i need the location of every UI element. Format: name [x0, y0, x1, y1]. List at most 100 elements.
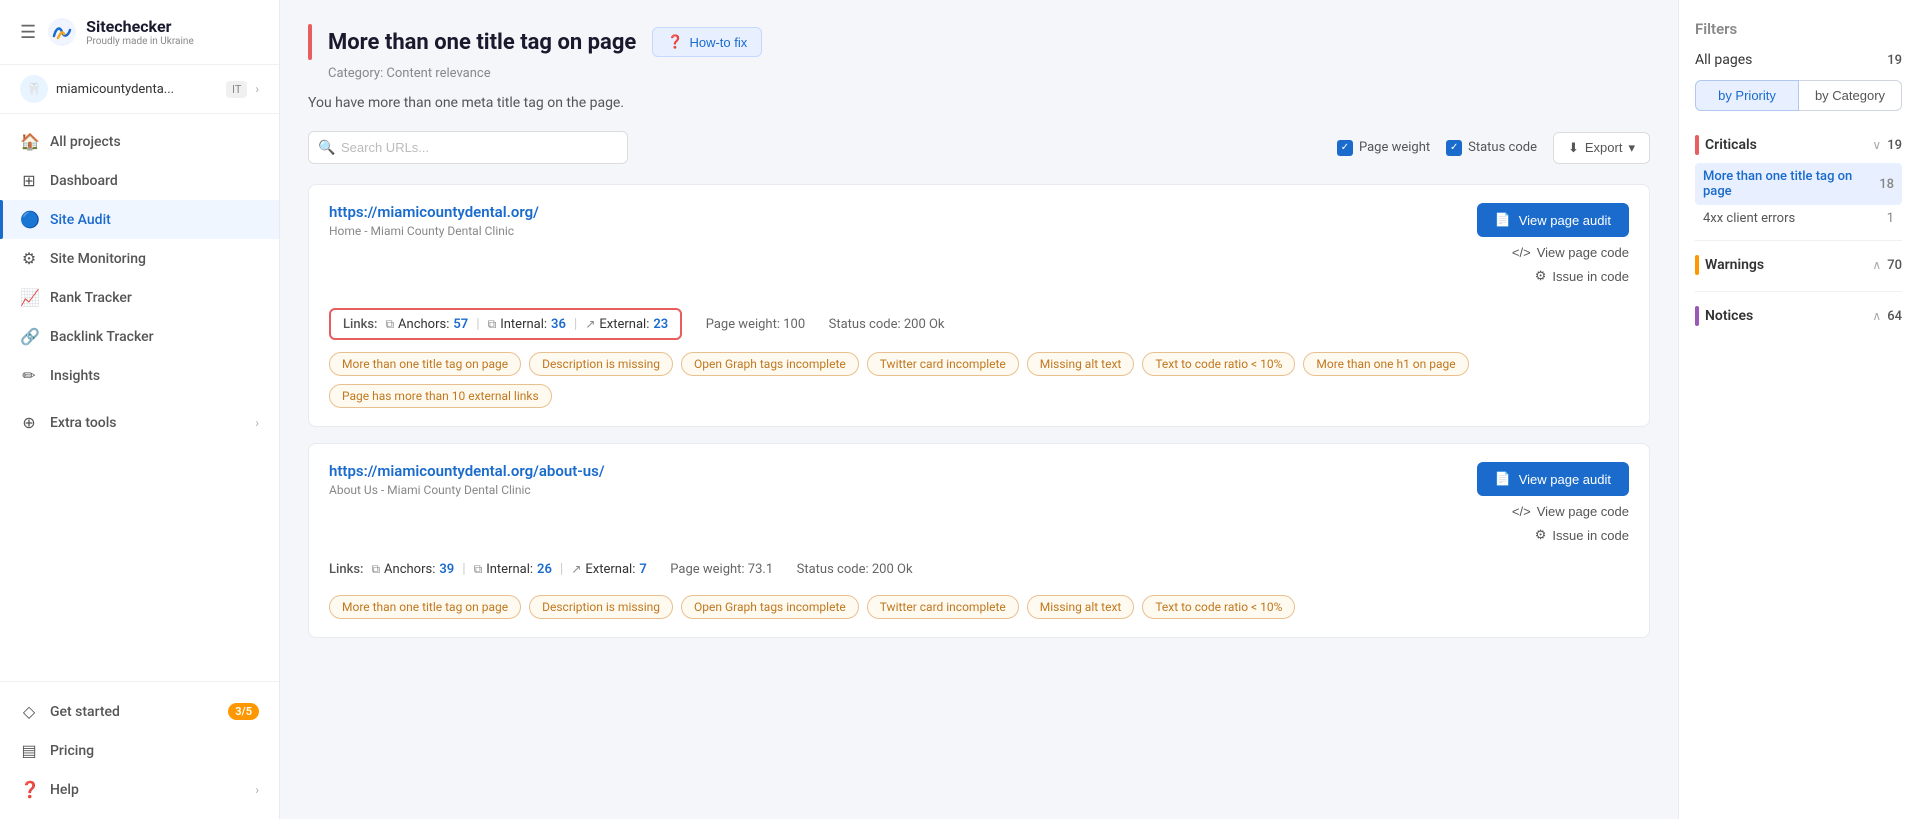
- controls-bar: 🔍 ✓ Page weight ✓ Status code ⬇ Export: [308, 131, 1650, 164]
- sidebar-item-extra-tools[interactable]: ⊕ Extra tools ›: [0, 403, 279, 442]
- sidebar-item-site-audit[interactable]: 🔵 Site Audit: [0, 200, 279, 239]
- project-name: miamicountydenta...: [56, 82, 218, 97]
- sidebar-item-all-projects[interactable]: 🏠 All projects: [0, 122, 279, 161]
- page-weight-checkbox[interactable]: ✓: [1337, 140, 1353, 156]
- tag-item[interactable]: Text to code ratio < 10%: [1142, 595, 1295, 619]
- filter-divider-2: [1695, 291, 1902, 292]
- filter-divider-1: [1695, 240, 1902, 241]
- by-priority-button[interactable]: by Priority: [1695, 80, 1799, 111]
- tag-item[interactable]: More than one title tag on page: [329, 595, 521, 619]
- filter-item-label: More than one title tag on page: [1703, 169, 1879, 199]
- page-actions-0: 📄 View page audit </> View page code ⚙ I…: [1477, 203, 1629, 284]
- search-input[interactable]: [308, 131, 628, 164]
- notices-dot: [1695, 306, 1699, 326]
- internal-stat-1: ⧉ Internal: 26: [474, 562, 552, 577]
- page-card-1: https://miamicountydental.org/about-us/ …: [308, 443, 1650, 638]
- filter-section-header-notices[interactable]: Notices ∧ 64: [1695, 298, 1902, 334]
- sidebar-item-rank-tracker[interactable]: 📈 Rank Tracker: [0, 278, 279, 317]
- tag-item[interactable]: Missing alt text: [1027, 352, 1135, 376]
- view-code-button-0[interactable]: </> View page code: [1512, 245, 1629, 260]
- filter-item-title-tag[interactable]: More than one title tag on page 18: [1695, 163, 1902, 205]
- page-card-info-0: https://miamicountydental.org/ Home - Mi…: [329, 203, 539, 238]
- file-icon: 📄: [1495, 212, 1511, 228]
- sidebar-item-dashboard[interactable]: ⊞ Dashboard: [0, 161, 279, 200]
- links-row-0: Links: ⧉ Anchors: 57 | ⧉ Internal: 36: [329, 308, 682, 340]
- tag-item[interactable]: Page has more than 10 external links: [329, 384, 552, 408]
- extra-tools-chevron-icon: ›: [255, 416, 259, 430]
- page-subtitle-0: Home - Miami County Dental Clinic: [329, 224, 539, 238]
- filter-toggle-row: by Priority by Category: [1695, 80, 1902, 111]
- page-weight-checkbox-group[interactable]: ✓ Page weight: [1337, 140, 1430, 156]
- warnings-count: 70: [1887, 258, 1902, 273]
- sidebar-item-help[interactable]: ❓ Help ›: [0, 770, 279, 809]
- help-chevron-icon: ›: [255, 783, 259, 797]
- sidebar-item-label: Get started: [50, 704, 120, 720]
- gear-icon: ⚙: [1535, 268, 1547, 284]
- view-code-button-1[interactable]: </> View page code: [1512, 504, 1629, 519]
- right-panel: Filters All pages 19 by Priority by Cate…: [1678, 0, 1918, 819]
- criticals-count: 19: [1887, 138, 1902, 153]
- project-row[interactable]: 🦷 miamicountydenta... IT ›: [0, 65, 279, 114]
- tag-item[interactable]: Twitter card incomplete: [867, 352, 1019, 376]
- gear-icon: ⚙: [1535, 527, 1547, 543]
- page-card-inner-0: https://miamicountydental.org/ Home - Mi…: [309, 185, 1649, 426]
- sidebar-item-label: All projects: [50, 134, 121, 150]
- tag-item[interactable]: More than one title tag on page: [329, 352, 521, 376]
- notices-chevron-icon: ∧: [1872, 309, 1881, 323]
- insights-icon: ✏: [20, 366, 38, 385]
- by-category-button[interactable]: by Category: [1799, 80, 1902, 111]
- anchors-count-1: 39: [439, 562, 454, 577]
- sidebar-item-label: Backlink Tracker: [50, 329, 154, 345]
- tag-item[interactable]: Twitter card incomplete: [867, 595, 1019, 619]
- sidebar-item-backlink-tracker[interactable]: 🔗 Backlink Tracker: [0, 317, 279, 356]
- issue-code-button-1[interactable]: ⚙ Issue in code: [1535, 527, 1629, 543]
- page-card-info-1: https://miamicountydental.org/about-us/ …: [329, 462, 605, 497]
- issue-code-button-0[interactable]: ⚙ Issue in code: [1535, 268, 1629, 284]
- sidebar-item-label: Extra tools: [50, 415, 117, 431]
- code-icon: </>: [1512, 504, 1531, 519]
- status-code-checkbox[interactable]: ✓: [1446, 140, 1462, 156]
- tag-item[interactable]: Open Graph tags incomplete: [681, 352, 859, 376]
- export-chevron-icon: ▾: [1628, 140, 1635, 156]
- links-row-1: Links: ⧉ Anchors: 39 | ⧉ Internal: 26: [329, 555, 647, 583]
- view-audit-button-0[interactable]: 📄 View page audit: [1477, 203, 1629, 237]
- logo-text: Sitechecker Proudly made in Ukraine: [86, 17, 194, 47]
- page-url-0[interactable]: https://miamicountydental.org/: [329, 203, 539, 221]
- extra-tools-icon: ⊕: [20, 413, 38, 432]
- sidebar-item-pricing[interactable]: ▤ Pricing: [0, 731, 279, 770]
- sidebar-item-insights[interactable]: ✏ Insights: [0, 356, 279, 395]
- tag-item[interactable]: Description is missing: [529, 352, 673, 376]
- tag-item[interactable]: More than one h1 on page: [1303, 352, 1468, 376]
- page-subtitle-1: About Us - Miami County Dental Clinic: [329, 483, 605, 497]
- title-accent: [308, 24, 312, 60]
- criticals-items: More than one title tag on page 18 4xx c…: [1695, 163, 1902, 232]
- filter-section-header-warnings[interactable]: Warnings ∧ 70: [1695, 247, 1902, 283]
- tags-row-0: More than one title tag on page Descripti…: [329, 352, 1629, 408]
- page-url-1[interactable]: https://miamicountydental.org/about-us/: [329, 462, 605, 480]
- filter-item-4xx[interactable]: 4xx client errors 1: [1695, 205, 1902, 232]
- hamburger-icon[interactable]: ☰: [20, 22, 36, 43]
- external-count-1: 7: [639, 562, 646, 577]
- logo-area: Sitechecker Proudly made in Ukraine: [46, 16, 194, 48]
- how-to-fix-button[interactable]: ❓ How-to fix: [652, 27, 762, 57]
- help-circle-icon: ❓: [667, 34, 683, 50]
- status-code-checkbox-group[interactable]: ✓ Status code: [1446, 140, 1537, 156]
- external-count-0: 23: [653, 317, 668, 332]
- main: More than one title tag on page ❓ How-to…: [280, 0, 1918, 819]
- page-card-0: https://miamicountydental.org/ Home - Mi…: [308, 184, 1650, 427]
- tag-item[interactable]: Open Graph tags incomplete: [681, 595, 859, 619]
- filter-section-warnings: Warnings ∧ 70: [1695, 247, 1902, 283]
- tag-item[interactable]: Description is missing: [529, 595, 673, 619]
- view-audit-button-1[interactable]: 📄 View page audit: [1477, 462, 1629, 496]
- external-stat-1: ↗ External: 7: [571, 562, 646, 577]
- tag-item[interactable]: Text to code ratio < 10%: [1142, 352, 1295, 376]
- site-audit-icon: 🔵: [20, 210, 38, 229]
- sidebar-item-get-started[interactable]: ◇ Get started 3/5: [0, 692, 279, 731]
- project-icon: 🦷: [20, 75, 48, 103]
- export-button[interactable]: ⬇ Export ▾: [1553, 132, 1650, 164]
- all-pages-label: All pages: [1695, 52, 1752, 68]
- filter-section-header-criticals[interactable]: Criticals ∨ 19: [1695, 127, 1902, 163]
- sidebar-item-site-monitoring[interactable]: ⚙ Site Monitoring: [0, 239, 279, 278]
- tag-item[interactable]: Missing alt text: [1027, 595, 1135, 619]
- file-icon: 📄: [1495, 471, 1511, 487]
